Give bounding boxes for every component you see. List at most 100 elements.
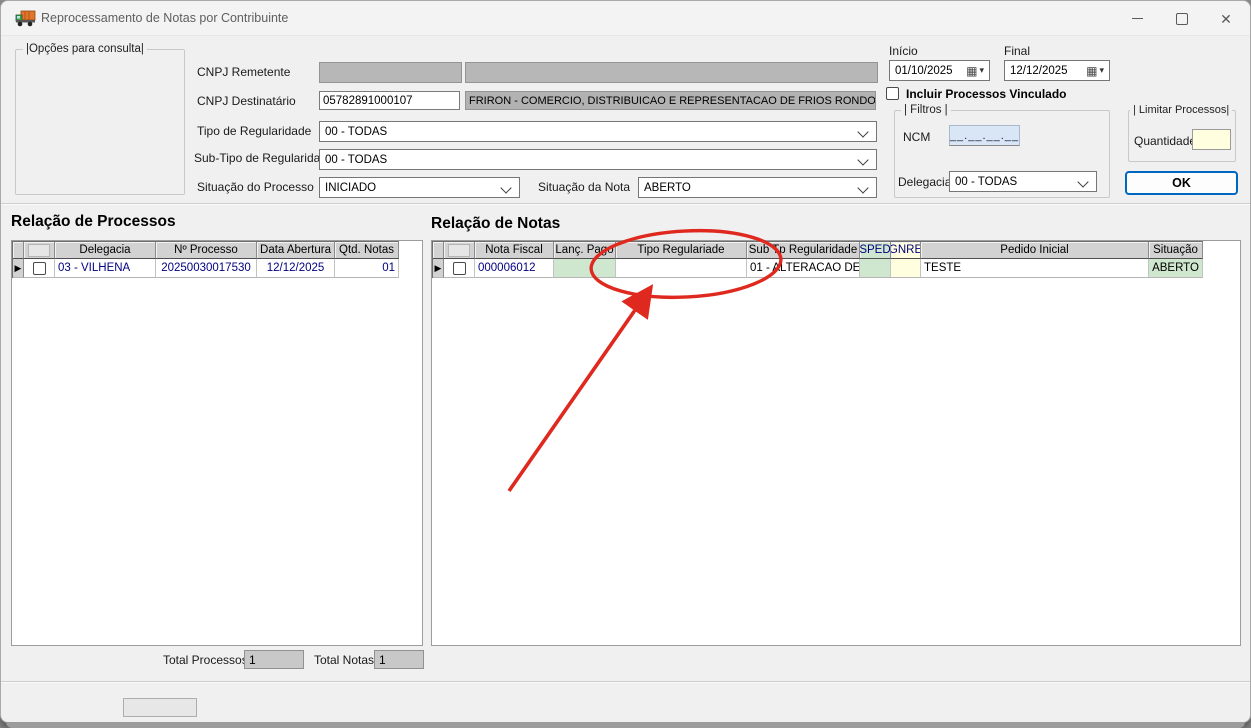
incluir-vinculado-checkbox[interactable] xyxy=(886,87,899,100)
tipo-regularidade-select[interactable]: 00 - TODAS xyxy=(319,121,877,142)
inicio-label: Início xyxy=(889,44,918,58)
chevron-down-icon xyxy=(1077,176,1088,187)
select-all-inset xyxy=(448,244,470,257)
row-marker-icon: ▶ xyxy=(15,264,22,273)
footer-empty-button[interactable] xyxy=(123,698,197,717)
col-header-pedido-inicial[interactable]: Pedido Inicial xyxy=(921,242,1149,259)
cnpj-remetente-label: CNPJ Remetente xyxy=(197,65,290,79)
cell-gnre xyxy=(891,259,921,278)
cell-qtd-notas: 01 xyxy=(335,259,399,278)
col-header-situacao[interactable]: Situação xyxy=(1149,242,1203,259)
ncm-label: NCM xyxy=(903,130,930,144)
ok-button[interactable]: OK xyxy=(1125,171,1238,195)
chevron-down-icon xyxy=(500,182,511,193)
remetente-nome-field xyxy=(465,62,878,83)
cnpj-destinatario-label: CNPJ Destinatário xyxy=(197,94,296,108)
tipo-regularidade-value: 00 - TODAS xyxy=(325,126,387,138)
col-header-delegacia[interactable]: Delegacia xyxy=(55,242,156,259)
col-header-processo[interactable]: Nº Processo xyxy=(156,242,257,259)
minimize-button[interactable] xyxy=(1122,8,1152,29)
row-marker-header xyxy=(13,242,24,259)
minimize-icon xyxy=(1132,18,1143,19)
total-processos-value: 1 xyxy=(244,650,304,669)
opcoes-groupbox xyxy=(15,49,185,195)
row-checkbox[interactable] xyxy=(33,262,46,275)
situacao-nota-value: ABERTO xyxy=(644,182,691,194)
incluir-vinculado-label: Incluir Processos Vinculado xyxy=(906,87,1067,101)
notas-panel: Nota Fiscal Lanç. Pago Tipo Regulariade … xyxy=(431,240,1241,646)
section-divider-highlight xyxy=(1,204,1250,205)
col-header-sub-tp[interactable]: Sub Tp Regularidade xyxy=(747,242,860,259)
processos-title: Relação de Processos xyxy=(11,213,176,231)
total-notas-value: 1 xyxy=(374,650,424,669)
situacao-processo-label: Situação do Processo xyxy=(197,180,314,194)
close-icon: ✕ xyxy=(1220,12,1232,26)
final-date-value: 12/12/2025 xyxy=(1010,65,1068,77)
col-header-sped[interactable]: SPED xyxy=(860,242,891,259)
ncm-masked-input[interactable]: __.__.__.__ xyxy=(949,125,1020,146)
delegacia-value: 00 - TODAS xyxy=(955,176,1017,188)
col-header-nota-fiscal[interactable]: Nota Fiscal xyxy=(475,242,554,259)
cell-sped xyxy=(860,259,891,278)
app-truck-icon xyxy=(15,10,36,27)
filtros-groupbox-label: | Filtros | xyxy=(901,104,951,116)
notas-row[interactable]: ▶ 000006012 01 - ALTERACAO DE IC TESTE A… xyxy=(433,259,1203,278)
col-header-tipo-regulariade[interactable]: Tipo Regulariade xyxy=(616,242,747,259)
situacao-nota-select[interactable]: ABERTO xyxy=(638,177,877,198)
app-window: Reprocessamento de Notas por Contribuint… xyxy=(0,0,1251,723)
tipo-regularidade-label: Tipo de Regularidade xyxy=(197,124,311,138)
select-all-header[interactable] xyxy=(444,242,475,259)
calendar-icon: ▦ xyxy=(1086,64,1097,78)
dropdown-arrow-icon: ▾ xyxy=(979,65,984,76)
cnpj-destinatario-field[interactable]: 05782891000107 xyxy=(319,91,460,110)
total-notas-label: Total Notas xyxy=(314,653,374,667)
window-title: Reprocessamento de Notas por Contribuint… xyxy=(41,11,288,25)
cell-delegacia: 03 - VILHENA xyxy=(55,259,156,278)
col-header-lanc-pago[interactable]: Lanç. Pago xyxy=(554,242,616,259)
cell-tipo-regulariade xyxy=(616,259,747,278)
situacao-nota-label: Situação da Nota xyxy=(538,180,630,194)
notas-grid: Nota Fiscal Lanç. Pago Tipo Regulariade … xyxy=(432,241,1203,278)
cell-lanc-pago xyxy=(554,259,616,278)
final-date-picker[interactable]: 12/12/2025 ▦ ▾ xyxy=(1004,60,1110,81)
sub-tipo-regularidade-select[interactable]: 00 - TODAS xyxy=(319,149,877,170)
sub-tipo-regularidade-value: 00 - TODAS xyxy=(325,154,387,166)
limitar-groupbox-label: | Limitar Processos| xyxy=(1130,104,1232,116)
cell-situacao: ABERTO xyxy=(1149,259,1203,278)
cell-pedido-inicial: TESTE xyxy=(921,259,1149,278)
situacao-processo-value: INICIADO xyxy=(325,182,376,194)
cell-data-abertura: 12/12/2025 xyxy=(257,259,335,278)
processos-panel: Delegacia Nº Processo Data Abertura Qtd.… xyxy=(11,240,423,646)
cell-sub-tp: 01 - ALTERACAO DE IC xyxy=(747,259,860,278)
row-checkbox-cell xyxy=(444,259,475,278)
row-checkbox[interactable] xyxy=(453,262,466,275)
quantidade-input[interactable] xyxy=(1192,129,1231,150)
chevron-down-icon xyxy=(857,182,868,193)
cnpj-remetente-field[interactable] xyxy=(319,62,462,83)
processos-grid: Delegacia Nº Processo Data Abertura Qtd.… xyxy=(12,241,399,278)
close-button[interactable]: ✕ xyxy=(1211,8,1241,29)
row-marker-header xyxy=(433,242,444,259)
col-header-data-abertura[interactable]: Data Abertura xyxy=(257,242,335,259)
situacao-processo-select[interactable]: INICIADO xyxy=(319,177,520,198)
delegacia-select[interactable]: 00 - TODAS xyxy=(949,171,1097,192)
total-processos-label: Total Processos xyxy=(163,653,248,667)
maximize-button[interactable] xyxy=(1167,8,1197,29)
col-header-gnre[interactable]: GNRE xyxy=(891,242,921,259)
title-bar: Reprocessamento de Notas por Contribuint… xyxy=(1,1,1250,36)
window-shadow xyxy=(6,722,1245,728)
dropdown-arrow-icon: ▾ xyxy=(1099,65,1104,76)
delegacia-label: Delegacia xyxy=(898,175,951,189)
processos-header-row: Delegacia Nº Processo Data Abertura Qtd.… xyxy=(13,242,399,259)
chevron-down-icon xyxy=(857,126,868,137)
opcoes-groupbox-label: |Opções para consulta| xyxy=(23,43,147,55)
calendar-icon: ▦ xyxy=(966,64,977,78)
cell-nota-fiscal: 000006012 xyxy=(475,259,554,278)
col-header-qtd-notas[interactable]: Qtd. Notas xyxy=(335,242,399,259)
processos-row[interactable]: ▶ 03 - VILHENA 20250030017530 12/12/2025… xyxy=(13,259,399,278)
select-all-header[interactable] xyxy=(24,242,55,259)
sub-tipo-regularidade-label: Sub-Tipo de Regularidade xyxy=(194,151,334,165)
notas-title: Relação de Notas xyxy=(431,215,560,233)
inicio-date-value: 01/10/2025 xyxy=(895,65,953,77)
inicio-date-picker[interactable]: 01/10/2025 ▦ ▾ xyxy=(889,60,990,81)
